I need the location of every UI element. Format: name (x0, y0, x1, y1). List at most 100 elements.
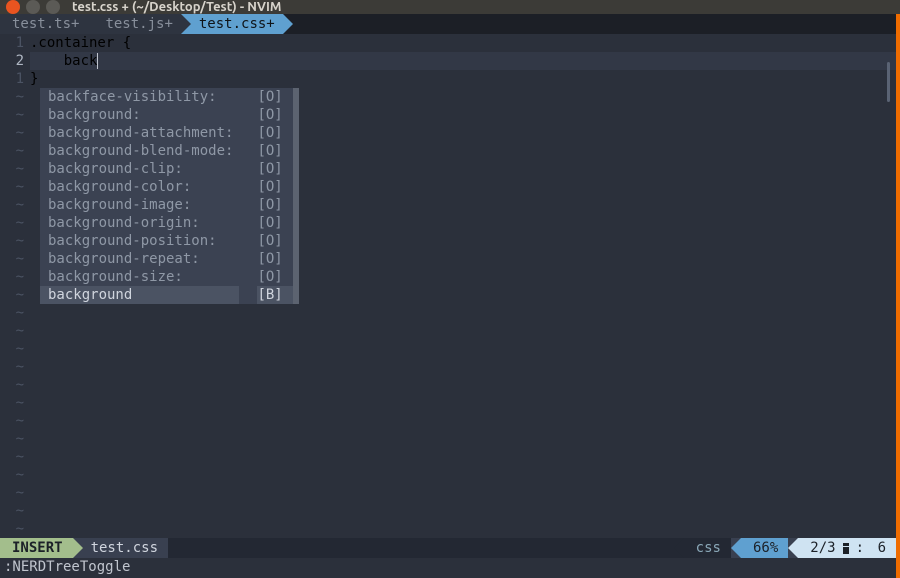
empty-line-tilde: ~ (0, 466, 30, 484)
percent-segment: 66% (741, 538, 788, 558)
empty-line-tilde: ~ (0, 232, 30, 250)
empty-line-tilde: ~ (0, 142, 30, 160)
mode-segment: INSERT (0, 538, 73, 558)
mode-label: INSERT (12, 540, 63, 556)
completion-kind: [O] (257, 142, 292, 160)
empty-line-tilde: ~ (0, 304, 30, 322)
completion-item[interactable]: background-clip: (40, 160, 239, 178)
empty-code-line (30, 448, 896, 466)
completion-popup[interactable]: backface-visibility: [O] background: [O] bac… (40, 88, 293, 304)
empty-code-line (30, 484, 896, 502)
empty-code-line (30, 430, 896, 448)
completion-kind: [O] (257, 232, 292, 250)
empty-code-line (30, 466, 896, 484)
empty-line-tilde: ~ (0, 340, 30, 358)
code-line: } (30, 70, 896, 88)
empty-code-line (30, 394, 896, 412)
editor-frame: test.ts+ test.js+ test.css+ 1 .container… (0, 14, 900, 578)
position-segment: 2/3 : 6 (798, 538, 896, 558)
empty-line-tilde: ~ (0, 448, 30, 466)
completion-item[interactable]: background-origin: (40, 214, 239, 232)
completion-kind: [B] (257, 286, 292, 304)
completion-item[interactable]: background-blend-mode: (40, 142, 239, 160)
completion-item[interactable]: background-attachment: (40, 124, 239, 142)
completion-kind: [O] (257, 178, 292, 196)
empty-line-tilde: ~ (0, 376, 30, 394)
empty-line-tilde: ~ (0, 286, 30, 304)
completion-item[interactable]: background: (40, 106, 239, 124)
titlebar[interactable]: test.css + (~/Desktop/Test) - NVIM (0, 0, 900, 14)
filetype-label: css (696, 540, 721, 556)
separator-icon (73, 538, 83, 558)
percent-label: 66% (753, 540, 778, 556)
window-title: test.css + (~/Desktop/Test) - NVIM (72, 0, 282, 14)
completion-item[interactable]: background-position: (40, 232, 239, 250)
buffer-tabline: test.ts+ test.js+ test.css+ (0, 14, 896, 34)
filetype-segment: css (684, 538, 731, 558)
completion-kind: [O] (257, 160, 292, 178)
empty-line-tilde: ~ (0, 322, 30, 340)
separator-icon (674, 538, 684, 558)
buffer-tab-label: test.js+ (105, 16, 172, 32)
line-number-icon (840, 542, 852, 554)
empty-code-line (30, 412, 896, 430)
code-area[interactable]: 1 .container { 2 back 1 } ~~~~~~~~~~~~~~… (0, 34, 896, 538)
buffer-tab[interactable]: test.js+ (87, 14, 180, 34)
empty-line-tilde: ~ (0, 88, 30, 106)
completion-kind: [O] (257, 124, 292, 142)
empty-code-line (30, 376, 896, 394)
col-sep-label: : (856, 540, 864, 556)
completion-kind: [O] (257, 196, 292, 214)
buffer-tab[interactable]: test.ts+ (0, 14, 87, 34)
completion-kind: [O] (257, 250, 292, 268)
empty-line-tilde: ~ (0, 358, 30, 376)
empty-code-line (30, 502, 896, 520)
line-number: 1 (0, 70, 30, 88)
completion-kind: [O] (257, 106, 292, 124)
buffer-tab-label: test.css+ (199, 16, 275, 32)
close-icon[interactable] (6, 0, 20, 14)
buffer-tab-active[interactable]: test.css+ (181, 14, 283, 34)
empty-code-line (30, 358, 896, 376)
minimize-icon[interactable] (26, 0, 40, 14)
separator-icon (87, 14, 97, 34)
empty-line-tilde: ~ (0, 178, 30, 196)
separator-icon (181, 14, 191, 34)
empty-line-tilde: ~ (0, 394, 30, 412)
empty-line-tilde: ~ (0, 106, 30, 124)
buffer-tab-label: test.ts+ (12, 16, 79, 32)
command-line[interactable]: :NERDTreeToggle (0, 558, 896, 578)
empty-code-line (30, 322, 896, 340)
popup-scrollbar[interactable] (293, 88, 299, 304)
filename-segment: test.css (73, 538, 168, 558)
separator-icon (731, 538, 741, 558)
code-line: .container { (30, 34, 896, 52)
completion-item[interactable]: background-color: (40, 178, 239, 196)
empty-line-tilde: ~ (0, 502, 30, 520)
empty-code-line (30, 520, 896, 538)
line-count-label: 2/3 (810, 540, 835, 556)
empty-line-tilde: ~ (0, 484, 30, 502)
separator-icon (788, 538, 798, 558)
empty-line-tilde: ~ (0, 430, 30, 448)
empty-line-tilde: ~ (0, 520, 30, 538)
completion-kind: [O] (257, 88, 292, 106)
completion-item[interactable]: background-image: (40, 196, 239, 214)
empty-line-tilde: ~ (0, 124, 30, 142)
empty-line-tilde: ~ (0, 214, 30, 232)
completion-item[interactable]: backface-visibility: (40, 88, 239, 106)
column-label: 6 (868, 540, 886, 556)
line-number: 1 (0, 34, 30, 52)
completion-kind: [O] (257, 268, 292, 286)
command-text: :NERDTreeToggle (4, 559, 130, 575)
empty-line-tilde: ~ (0, 268, 30, 286)
completion-item[interactable]: background (40, 286, 239, 304)
completion-item[interactable]: background-repeat: (40, 250, 239, 268)
scrollbar[interactable] (887, 62, 890, 102)
completion-item[interactable]: background-size: (40, 268, 239, 286)
empty-line-tilde: ~ (0, 160, 30, 178)
filename-label: test.css (91, 540, 158, 556)
maximize-icon[interactable] (46, 0, 60, 14)
completion-kind: [O] (257, 214, 292, 232)
status-spacer (168, 538, 684, 558)
